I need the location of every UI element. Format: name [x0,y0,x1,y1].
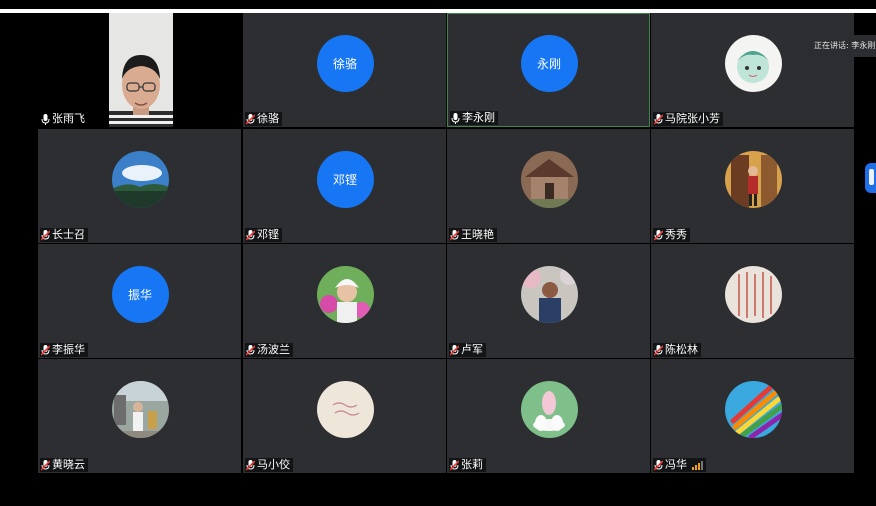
participant-name: 马小佼 [257,458,290,471]
name-tag: 汤波兰 [245,343,293,357]
avatar [111,151,169,208]
participant-tile[interactable]: 振华 李振华 [38,244,241,358]
participant-tile[interactable]: 马小佼 [243,359,446,473]
name-tag: 王晓艳 [449,228,497,242]
mic-muted-icon [654,113,663,125]
name-tag: 黄晓云 [40,458,88,472]
name-tag: 卢军 [449,343,486,357]
mic-muted-icon [450,229,459,241]
mic-muted-icon [246,344,255,356]
video-feed [109,13,173,127]
avatar [724,151,782,208]
participant-name: 张雨飞 [52,112,85,125]
avatar [520,381,578,438]
participant-tile[interactable]: 徐骆 徐骆 [243,13,446,127]
participant-name: 黄晓云 [52,458,85,471]
mic-muted-icon [246,229,255,241]
name-tag: 长士召 [40,228,88,242]
avatar [724,266,782,323]
avatar [316,266,374,323]
name-tag: 李振华 [40,343,88,357]
participant-tile[interactable]: 秀秀 [651,129,854,243]
name-tag: 邓铿 [245,228,282,242]
participant-name: 卢军 [461,343,483,356]
mic-muted-icon [246,459,255,471]
signal-strength-icon [692,460,703,470]
avatar: 邓铿 [316,151,374,208]
participant-name: 长士召 [52,228,85,241]
participant-name: 徐骆 [257,112,279,125]
avatar: 徐骆 [316,35,374,92]
name-tag: 张莉 [449,458,486,472]
mic-muted-icon [654,344,663,356]
participant-name: 马院张小芳 [665,112,720,125]
name-tag: 马院张小芳 [653,112,723,126]
participant-tile[interactable]: 邓铿 邓铿 [243,129,446,243]
mic-muted-icon [654,459,663,471]
microphone-icon [451,112,460,124]
mic-muted-icon [450,344,459,356]
participant-name: 王晓艳 [461,228,494,241]
avatar: 振华 [111,266,169,323]
participant-name: 汤波兰 [257,343,290,356]
name-tag: 马小佼 [245,458,293,472]
participant-tile[interactable]: 卢军 [447,244,650,358]
avatar [724,35,782,92]
participant-tile[interactable]: 王晓艳 [447,129,650,243]
participant-tile[interactable]: 长士召 [38,129,241,243]
name-tag: 秀秀 [653,228,690,242]
mic-muted-icon [41,344,50,356]
participant-tile-active-speaker[interactable]: 永刚 李永刚 [447,13,650,127]
mic-muted-icon [246,113,255,125]
participant-tile[interactable]: 冯华 [651,359,854,473]
participant-name: 李永刚 [462,111,495,124]
participant-tile[interactable]: 张雨飞 [38,13,241,127]
speaking-indicator: 正在讲话: 李永刚 [806,35,876,57]
avatar [316,381,374,438]
microphone-icon [41,113,50,125]
name-tag: 冯华 [653,458,706,472]
mic-muted-icon [654,229,663,241]
participant-tile[interactable]: 张莉 [447,359,650,473]
mic-muted-icon [450,459,459,471]
name-tag: 徐骆 [245,112,282,126]
participant-grid: 张雨飞 徐骆 徐骆 永刚 李永刚 马院张小芳 长士召 邓铿 邓铿 王晓艳 秀秀 … [38,13,856,473]
avatar [111,381,169,438]
avatar [520,266,578,323]
name-tag: 李永刚 [450,111,498,125]
avatar [724,381,782,438]
participant-tile[interactable]: 陈松林 [651,244,854,358]
mic-muted-icon [41,459,50,471]
participant-tile[interactable]: 马院张小芳 [651,13,854,127]
avatar [520,151,578,208]
participant-tile[interactable]: 黄晓云 [38,359,241,473]
name-tag: 张雨飞 [40,112,88,126]
mic-muted-icon [41,229,50,241]
name-tag: 陈松林 [653,343,701,357]
participant-tile[interactable]: 汤波兰 [243,244,446,358]
participant-name: 陈松林 [665,343,698,356]
participant-name: 张莉 [461,458,483,471]
avatar: 永刚 [520,35,578,92]
side-panel-toggle[interactable] [865,163,876,193]
participant-name: 邓铿 [257,228,279,241]
participant-name: 冯华 [665,458,687,471]
participant-name: 秀秀 [665,228,687,241]
participant-name: 李振华 [52,343,85,356]
